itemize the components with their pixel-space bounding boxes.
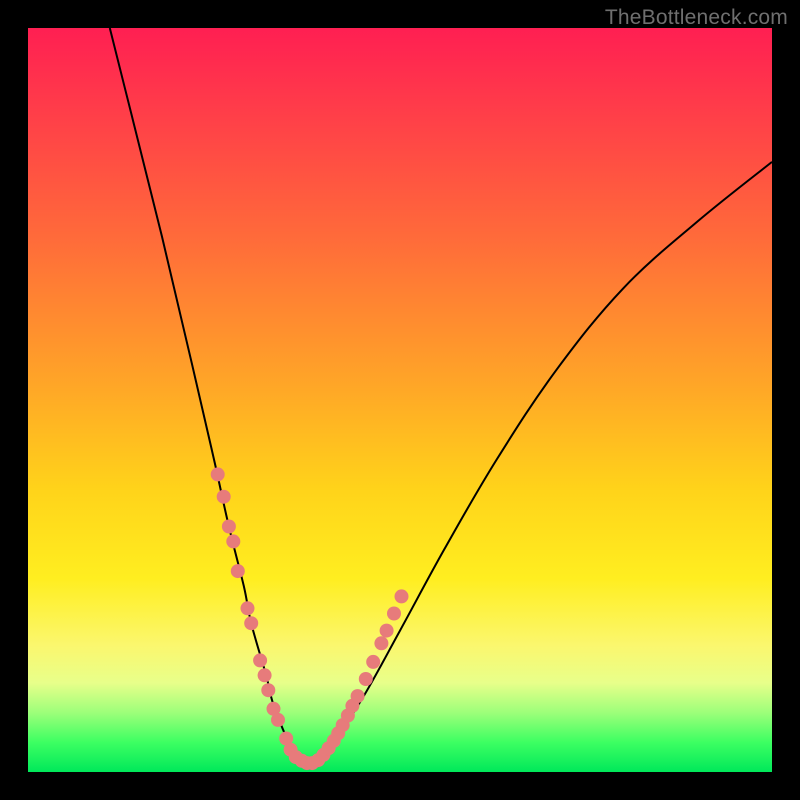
marker-dot: [244, 616, 258, 630]
marker-dot: [226, 534, 240, 548]
markers-group: [211, 467, 409, 770]
marker-dot: [222, 520, 236, 534]
marker-dot: [351, 689, 365, 703]
marker-dot: [217, 490, 231, 504]
marker-dot: [387, 607, 401, 621]
marker-dot: [231, 564, 245, 578]
bottleneck-curve-path: [110, 28, 772, 765]
marker-dot: [258, 668, 272, 682]
watermark-text: TheBottleneck.com: [605, 6, 788, 30]
marker-dot: [366, 655, 380, 669]
plot-area: [28, 28, 772, 772]
marker-dot: [211, 467, 225, 481]
chart-svg: [28, 28, 772, 772]
marker-dot: [374, 636, 388, 650]
marker-dot: [359, 672, 373, 686]
outer-frame: TheBottleneck.com: [0, 0, 800, 800]
marker-dot: [241, 601, 255, 615]
marker-dot: [380, 624, 394, 638]
marker-dot: [261, 683, 275, 697]
marker-dot: [395, 589, 409, 603]
marker-dot: [271, 713, 285, 727]
marker-dot: [253, 653, 267, 667]
